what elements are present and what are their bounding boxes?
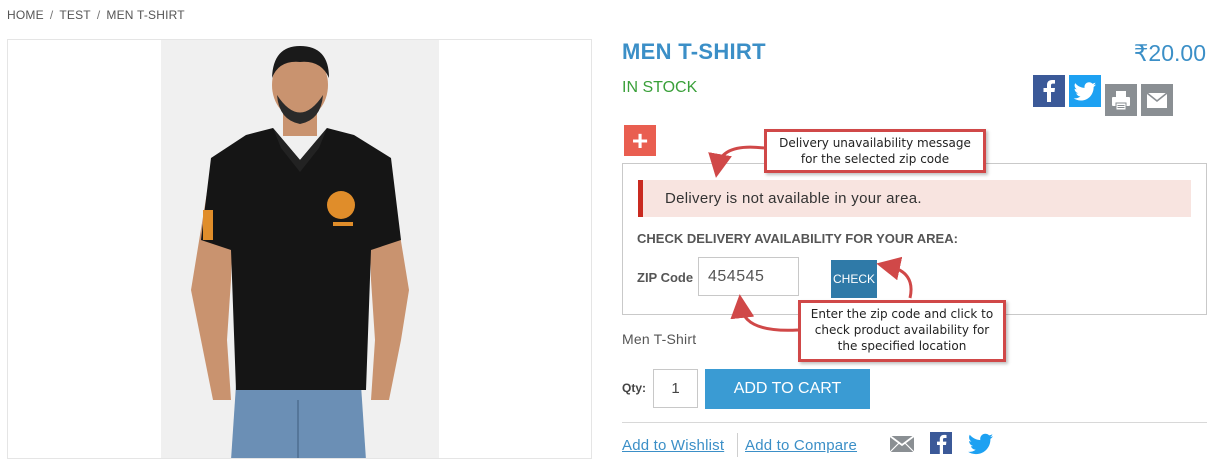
divider bbox=[622, 422, 1207, 423]
email-share-button[interactable] bbox=[1141, 84, 1173, 116]
plus-icon: + bbox=[631, 124, 649, 156]
add-to-wishlist-link[interactable]: Add to Wishlist bbox=[622, 437, 724, 454]
facebook-share-button[interactable] bbox=[1033, 75, 1065, 107]
callout-line: check product availability for bbox=[814, 322, 990, 337]
expand-plus-button[interactable]: + bbox=[624, 125, 656, 156]
zip-code-input[interactable] bbox=[698, 257, 799, 296]
twitter-share-button[interactable] bbox=[1069, 75, 1101, 107]
twitter-icon bbox=[968, 433, 993, 455]
delivery-check-heading: CHECK DELIVERY AVAILABILITY FOR YOUR ARE… bbox=[637, 231, 958, 246]
envelope-icon bbox=[889, 435, 915, 453]
add-to-cart-button[interactable]: ADD TO CART bbox=[705, 369, 870, 409]
breadcrumb-test[interactable]: TEST bbox=[59, 8, 90, 22]
product-photo[interactable] bbox=[161, 40, 439, 458]
delivery-error-alert: Delivery is not available in your area. bbox=[638, 180, 1191, 217]
breadcrumb-separator: / bbox=[49, 8, 54, 22]
product-image-frame bbox=[7, 39, 592, 459]
callout-line: for the selected zip code bbox=[800, 151, 950, 166]
check-delivery-button[interactable]: CHECK bbox=[831, 260, 877, 298]
delivery-error-message: Delivery is not available in your area. bbox=[665, 190, 922, 207]
callout-line: Delivery unavailability message bbox=[779, 136, 971, 150]
print-button[interactable] bbox=[1105, 84, 1137, 116]
link-separator bbox=[737, 433, 738, 457]
email-friend-button[interactable] bbox=[889, 434, 915, 459]
breadcrumb: HOME / TEST / MEN T-SHIRT bbox=[7, 8, 185, 22]
product-title: MEN T-SHIRT bbox=[622, 39, 766, 64]
zip-code-label: ZIP Code bbox=[637, 270, 694, 285]
annotation-callout-zip: Enter the zip code and click to check pr… bbox=[798, 300, 1006, 362]
twitter-footer-button[interactable] bbox=[968, 433, 994, 460]
facebook-icon bbox=[930, 432, 952, 454]
breadcrumb-separator: / bbox=[96, 8, 101, 22]
facebook-icon bbox=[1043, 80, 1055, 102]
product-price: ₹20.00 bbox=[1133, 40, 1206, 66]
add-to-compare-link[interactable]: Add to Compare bbox=[745, 437, 857, 454]
delivery-check-panel: Delivery is not available in your area. … bbox=[622, 163, 1207, 315]
product-short-name: Men T-Shirt bbox=[622, 331, 697, 347]
callout-line: Enter the zip code and click to bbox=[810, 307, 994, 321]
twitter-icon bbox=[1073, 82, 1096, 101]
qty-label: Qty: bbox=[622, 381, 646, 395]
breadcrumb-current: MEN T-SHIRT bbox=[106, 8, 185, 22]
facebook-footer-button[interactable] bbox=[930, 432, 952, 459]
tshirt-model-image bbox=[161, 40, 439, 458]
email-icon bbox=[1146, 92, 1168, 108]
stock-status: IN STOCK bbox=[622, 79, 698, 96]
breadcrumb-home[interactable]: HOME bbox=[7, 8, 44, 22]
callout-line: the specified location bbox=[837, 338, 967, 353]
qty-input[interactable] bbox=[653, 369, 698, 408]
print-icon bbox=[1112, 91, 1130, 111]
annotation-callout-unavailability: Delivery unavailability message for the … bbox=[764, 129, 986, 173]
